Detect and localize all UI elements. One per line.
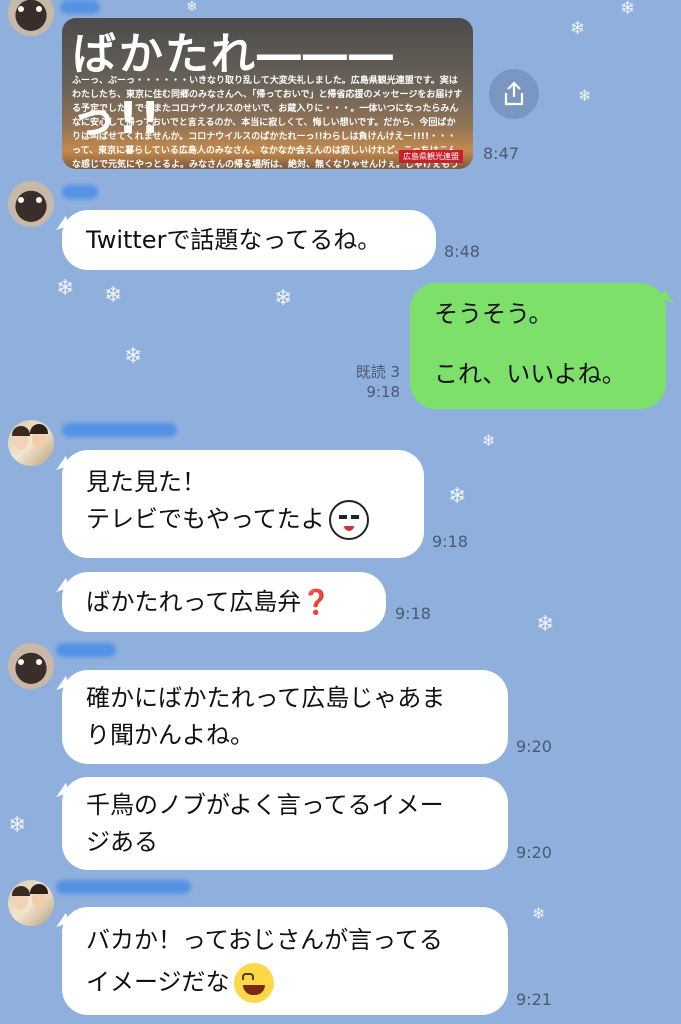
avatar[interactable]	[8, 181, 54, 227]
timestamp: 9:18	[432, 532, 468, 551]
message-bubble[interactable]: 見た見た！ テレビでもやってたよ	[62, 450, 424, 558]
avatar[interactable]	[8, 643, 54, 689]
message-line: バカか！っておじさんが言ってる	[86, 926, 443, 954]
message-bubble[interactable]: ばかたれって広島弁❓	[62, 572, 386, 632]
message-line: これ、いいよね。	[434, 360, 626, 388]
message-bubble-outgoing[interactable]: そうそう。 これ、いいよね。	[410, 283, 666, 409]
smiling-face-sticker-emoji	[328, 500, 369, 540]
snowflake-icon: ❄	[124, 344, 143, 369]
timestamp: 9:18	[395, 604, 431, 623]
avatar[interactable]	[8, 0, 54, 36]
snowflake-icon: ❄	[186, 0, 198, 15]
message-bubble[interactable]: 千鳥のノブがよく言ってるイメー ジある	[62, 777, 508, 870]
message-line: そうそう。	[434, 300, 553, 328]
message-text: ばかたれって広島弁	[86, 588, 302, 616]
read-count: 既読 3	[355, 363, 400, 381]
snowflake-icon: ❄	[104, 283, 123, 308]
snowflake-icon: ❄	[482, 431, 496, 450]
message-line: ジある	[86, 828, 158, 856]
message-line: テレビでもやってたよ	[86, 505, 325, 533]
message-line: り聞かんよね。	[86, 721, 254, 749]
message-bubble[interactable]: Twitterで話題なってるね。	[62, 210, 436, 270]
share-button[interactable]	[489, 69, 539, 119]
snowflake-icon: ❄	[8, 813, 27, 838]
snowflake-icon: ❄	[448, 484, 467, 509]
message-line: 千鳥のノブがよく言ってるイメー	[86, 791, 444, 819]
message-bubble[interactable]: 確かにばかたれって広島じゃあま り聞かんよね。	[62, 670, 508, 764]
message-line: イメージだな	[86, 968, 230, 996]
message-bubble[interactable]: バカか！っておじさんが言ってる イメージだな	[62, 907, 508, 1015]
sender-name	[62, 423, 177, 437]
avatar[interactable]	[8, 880, 54, 926]
message-line: 確かにばかたれって広島じゃあま	[86, 684, 446, 712]
sender-name	[62, 185, 98, 199]
timestamp: 9:21	[516, 990, 552, 1009]
snowflake-icon: ❄	[570, 18, 586, 39]
snowflake-icon: ❄	[620, 0, 636, 19]
snowflake-icon: ❄	[532, 904, 546, 923]
image-message[interactable]: ばかたれ―――っ!! ふーっ、ぶーっ・・・・・・いきなり取り乱して大変失礼しまし…	[62, 18, 473, 169]
sender-name	[56, 643, 116, 657]
read-receipt: 既読 3 9:18	[340, 362, 400, 402]
timestamp: 8:48	[444, 242, 480, 261]
timestamp: 8:47	[483, 144, 519, 163]
snowflake-icon: ❄	[274, 286, 293, 311]
sender-name	[60, 0, 100, 14]
timestamp: 9:20	[516, 843, 552, 862]
grinning-sweat-emoji	[233, 963, 274, 1003]
share-icon	[504, 81, 524, 106]
snowflake-icon: ❄	[578, 86, 592, 105]
message-line: 見た見た！	[86, 468, 206, 496]
image-badge: 広島県観光連盟	[399, 150, 463, 163]
snowflake-icon: ❄	[56, 276, 75, 301]
timestamp: 9:20	[516, 737, 552, 756]
message-text: Twitterで話題なってるね。	[86, 226, 382, 254]
question-mark-emoji: ❓	[301, 588, 332, 616]
timestamp: 9:18	[366, 383, 400, 401]
snowflake-icon: ❄	[536, 612, 555, 637]
sender-name	[56, 880, 191, 894]
avatar[interactable]	[8, 420, 54, 466]
